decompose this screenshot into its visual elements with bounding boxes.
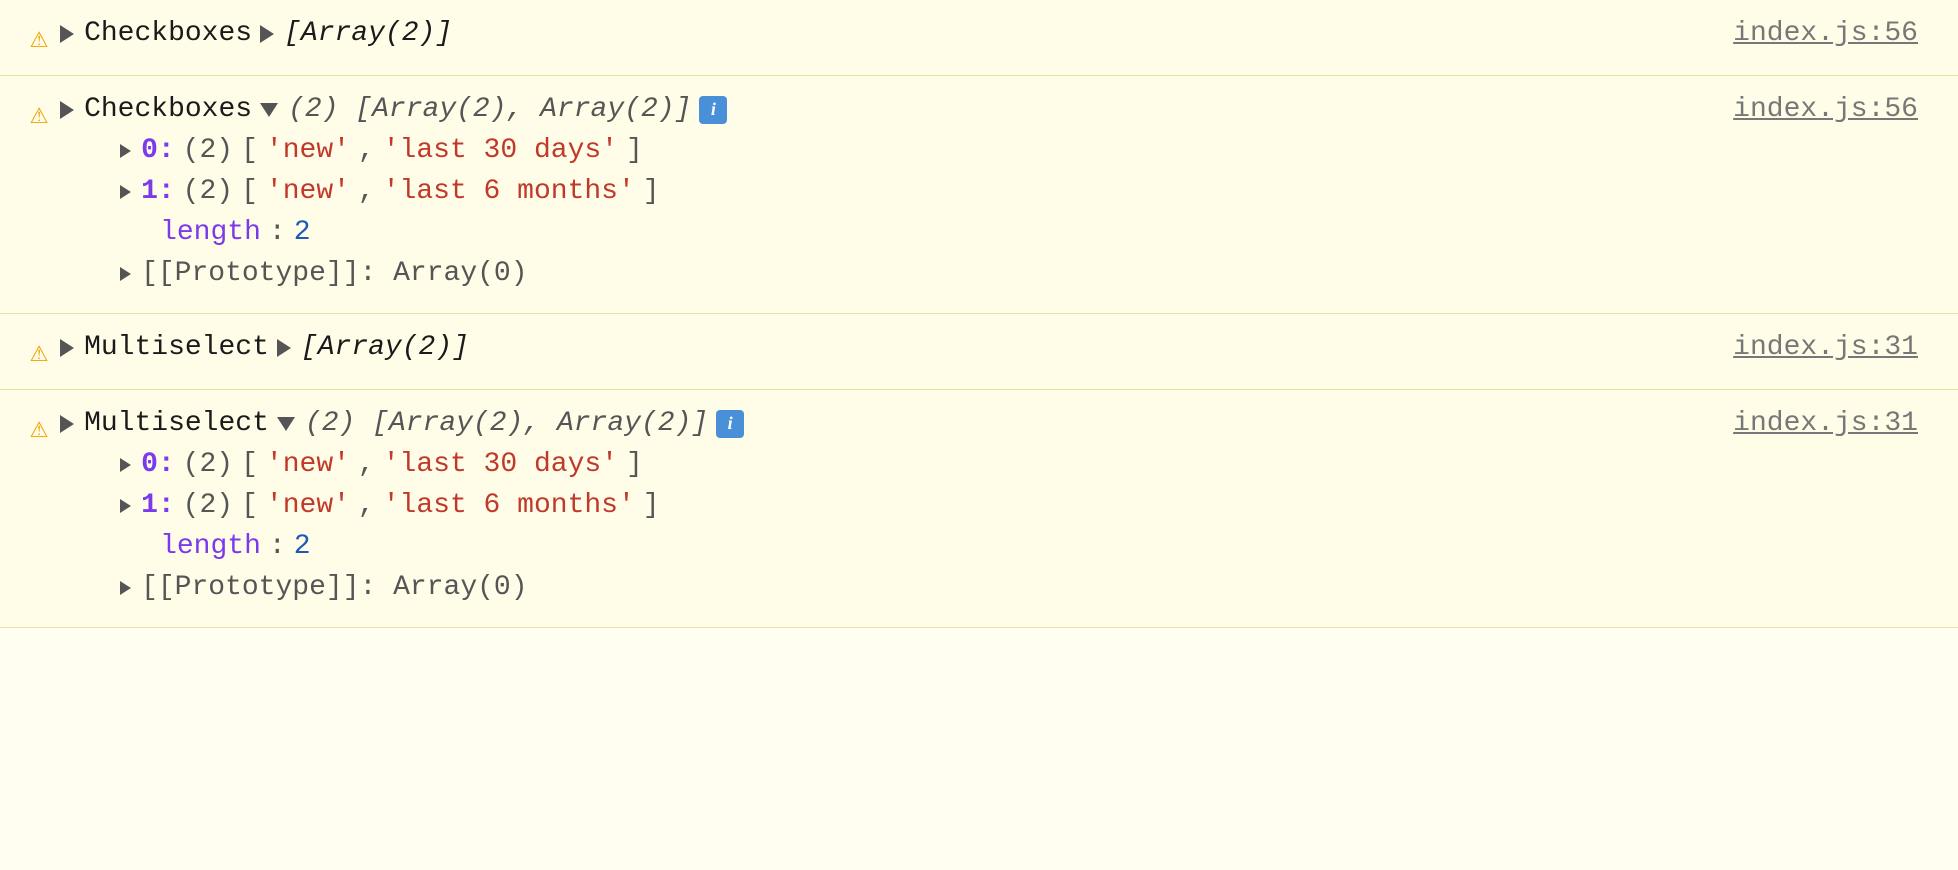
bracket-close-1: ]	[643, 176, 660, 207]
log-left-4: ⚠ Multiselect (2) [Array(2), Array(2)] i…	[30, 408, 1733, 603]
log-line-length: length : 2	[60, 217, 727, 248]
length-value: 2	[294, 217, 311, 248]
log-line-length-b: length : 2	[60, 531, 744, 562]
file-link-3[interactable]: index.js:31	[1733, 332, 1918, 363]
log-left-1: ⚠ Checkboxes [Array(2)]	[30, 18, 1733, 57]
val1-0-b: 'last 30 days'	[383, 449, 618, 480]
array-expand-1[interactable]	[260, 25, 274, 43]
comma-0-b: ,	[358, 449, 375, 480]
bracket-close-0: ]	[626, 135, 643, 166]
log-line-2: Checkboxes (2) [Array(2), Array(2)] i	[60, 94, 727, 125]
length-label: length	[160, 217, 261, 248]
log-content-4: Multiselect (2) [Array(2), Array(2)] i 0…	[60, 408, 744, 603]
log-row-1: ⚠ Checkboxes [Array(2)] index.js:56	[0, 0, 1958, 76]
log-line-1: Checkboxes [Array(2)]	[60, 18, 452, 49]
expand-toggle-1[interactable]	[60, 25, 74, 43]
length-colon: :	[269, 217, 286, 248]
proto-label: [[Prototype]]: Array(0)	[141, 258, 527, 289]
info-badge-2[interactable]: i	[699, 96, 727, 124]
length-value-b: 2	[294, 531, 311, 562]
log-line-item-0-b: 0: (2) [ 'new' , 'last 30 days' ]	[60, 449, 744, 480]
bracket-close-0-b: ]	[626, 449, 643, 480]
log-row-4: ⚠ Multiselect (2) [Array(2), Array(2)] i…	[0, 390, 1958, 628]
index-1-b: 1:	[141, 490, 175, 521]
comma-1-b: ,	[358, 490, 375, 521]
component-name-1: Checkboxes	[84, 18, 252, 49]
summary-4: (2) [Array(2), Array(2)]	[305, 408, 708, 439]
log-content-2: Checkboxes (2) [Array(2), Array(2)] i 0:…	[60, 94, 727, 289]
bracket-open-1: [	[241, 176, 258, 207]
expand-toggle-4[interactable]	[60, 415, 74, 433]
item-expand-1-b[interactable]	[120, 499, 131, 513]
count-0-b: (2)	[183, 449, 233, 480]
comma-0: ,	[358, 135, 375, 166]
console-panel: ⚠ Checkboxes [Array(2)] index.js:56 ⚠ Ch…	[0, 0, 1958, 628]
log-line-4: Multiselect (2) [Array(2), Array(2)] i	[60, 408, 744, 439]
log-line-3: Multiselect [Array(2)]	[60, 332, 469, 363]
warning-icon-3: ⚠	[30, 334, 48, 371]
file-link-2[interactable]: index.js:56	[1733, 94, 1918, 125]
warning-icon-2: ⚠	[30, 96, 48, 133]
item-expand-0[interactable]	[120, 144, 131, 158]
log-content-3: Multiselect [Array(2)]	[60, 332, 469, 363]
log-line-item-1: 1: (2) [ 'new' , 'last 6 months' ]	[60, 176, 727, 207]
expand-toggle-3[interactable]	[60, 339, 74, 357]
index-0-b: 0:	[141, 449, 175, 480]
val0-1-b: 'new'	[266, 490, 350, 521]
component-name-2: Checkboxes	[84, 94, 252, 125]
log-left-3: ⚠ Multiselect [Array(2)]	[30, 332, 1733, 371]
log-row-2: ⚠ Checkboxes (2) [Array(2), Array(2)] i …	[0, 76, 1958, 314]
val1-1: 'last 6 months'	[383, 176, 635, 207]
summary-1: [Array(2)]	[284, 18, 452, 49]
log-line-proto: [[Prototype]]: Array(0)	[60, 258, 727, 289]
file-link-4[interactable]: index.js:31	[1733, 408, 1918, 439]
log-line-proto-b: [[Prototype]]: Array(0)	[60, 572, 744, 603]
bracket-open-1-b: [	[241, 490, 258, 521]
bracket-close-1-b: ]	[643, 490, 660, 521]
item-expand-1[interactable]	[120, 185, 131, 199]
info-badge-4[interactable]: i	[716, 410, 744, 438]
index-1: 1:	[141, 176, 175, 207]
warning-icon-1: ⚠	[30, 20, 48, 57]
bracket-open-0-b: [	[241, 449, 258, 480]
count-0: (2)	[183, 135, 233, 166]
summary-3: [Array(2)]	[301, 332, 469, 363]
comma-1: ,	[358, 176, 375, 207]
val1-1-b: 'last 6 months'	[383, 490, 635, 521]
count-1: (2)	[183, 176, 233, 207]
warning-icon-4: ⚠	[30, 410, 48, 447]
proto-label-b: [[Prototype]]: Array(0)	[141, 572, 527, 603]
val0-1: 'new'	[266, 176, 350, 207]
component-name-4: Multiselect	[84, 408, 269, 439]
val0-0: 'new'	[266, 135, 350, 166]
component-name-3: Multiselect	[84, 332, 269, 363]
index-0: 0:	[141, 135, 175, 166]
log-left-2: ⚠ Checkboxes (2) [Array(2), Array(2)] i …	[30, 94, 1733, 289]
bracket-open-0: [	[241, 135, 258, 166]
length-label-b: length	[160, 531, 261, 562]
expand-toggle-2[interactable]	[60, 101, 74, 119]
log-row-3: ⚠ Multiselect [Array(2)] index.js:31	[0, 314, 1958, 390]
val1-0: 'last 30 days'	[383, 135, 618, 166]
file-link-1[interactable]: index.js:56	[1733, 18, 1918, 49]
summary-2: (2) [Array(2), Array(2)]	[288, 94, 691, 125]
log-line-item-0: 0: (2) [ 'new' , 'last 30 days' ]	[60, 135, 727, 166]
count-1-b: (2)	[183, 490, 233, 521]
val0-0-b: 'new'	[266, 449, 350, 480]
proto-expand[interactable]	[120, 267, 131, 281]
array-collapse-2[interactable]	[260, 103, 278, 117]
array-expand-3[interactable]	[277, 339, 291, 357]
log-line-item-1-b: 1: (2) [ 'new' , 'last 6 months' ]	[60, 490, 744, 521]
proto-expand-b[interactable]	[120, 581, 131, 595]
log-content-1: Checkboxes [Array(2)]	[60, 18, 452, 49]
item-expand-0-b[interactable]	[120, 458, 131, 472]
length-colon-b: :	[269, 531, 286, 562]
array-collapse-4[interactable]	[277, 417, 295, 431]
